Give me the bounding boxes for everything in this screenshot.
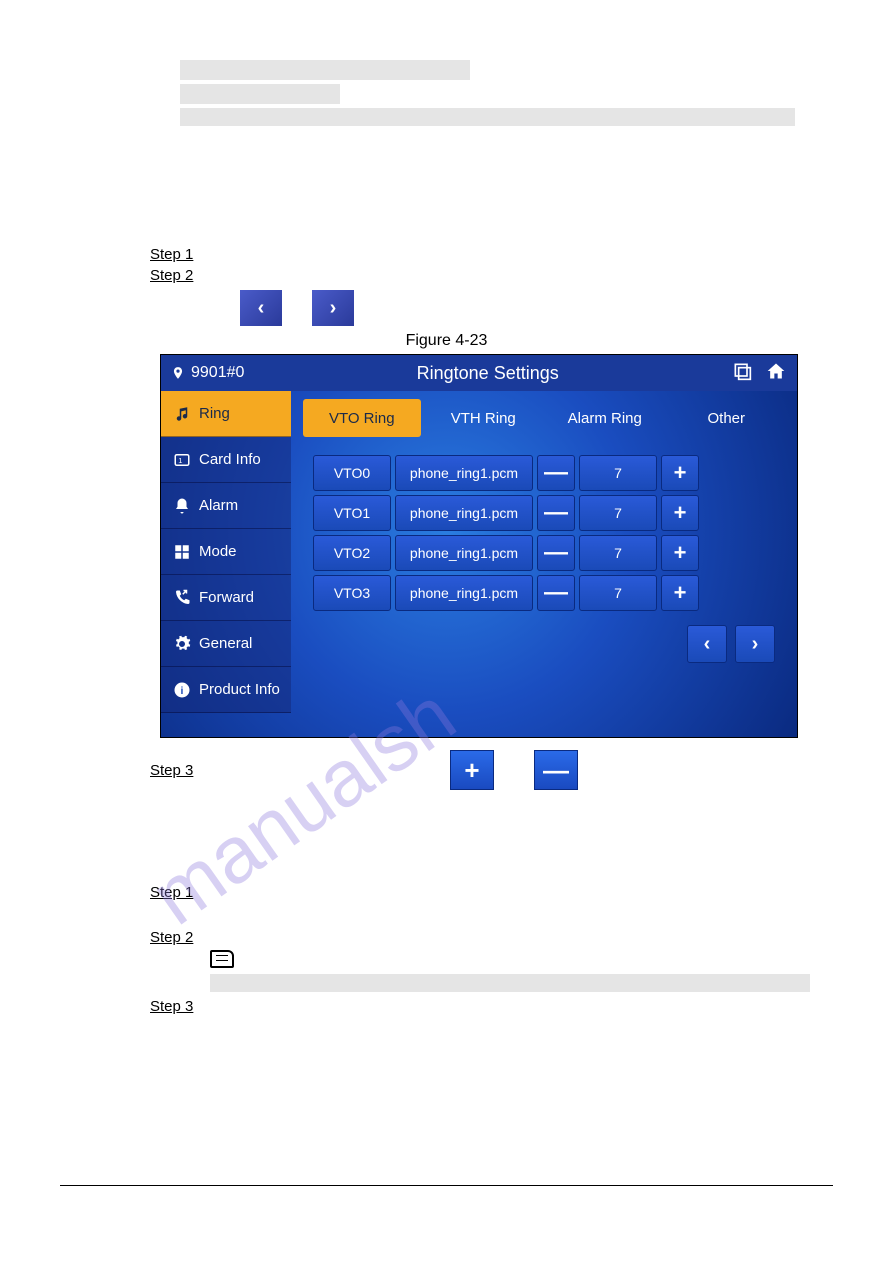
sidebar-item-label: Forward [199, 589, 254, 606]
phone-forward-icon [173, 589, 191, 607]
sidebar-item-product-info[interactable]: i Product Info [161, 667, 291, 713]
minus-button-inline[interactable]: — [534, 750, 578, 790]
vto-ringtone[interactable]: phone_ring1.pcm [395, 495, 533, 531]
step-1b-label: Step 1 [150, 884, 240, 901]
prev-arrow-button[interactable]: ‹ [240, 290, 282, 326]
bell-icon [173, 497, 191, 515]
table-row: VTO1 phone_ring1.pcm — 7 + [313, 495, 785, 531]
sidebar-item-general[interactable]: General [161, 621, 291, 667]
table-row: VTO3 phone_ring1.pcm — 7 + [313, 575, 785, 611]
step-1-label: Step 1 [150, 246, 240, 263]
page-footer-divider [60, 1185, 833, 1186]
device-screenshot: 9901#0 Ringtone Settings Ring 1 Car [160, 354, 798, 738]
note-icon [210, 950, 234, 968]
home-icon[interactable] [765, 361, 787, 385]
minus-button[interactable]: — [537, 455, 575, 491]
step-3-label: Step 3 [150, 762, 240, 779]
vto-name: VTO2 [313, 535, 391, 571]
tab-bar: VTO Ring VTH Ring Alarm Ring Other [303, 399, 785, 437]
next-arrow-button[interactable]: › [312, 290, 354, 326]
tab-other[interactable]: Other [668, 399, 786, 437]
tab-alarm-ring[interactable]: Alarm Ring [546, 399, 664, 437]
vto-volume: 7 [579, 455, 657, 491]
vto-ringtone[interactable]: phone_ring1.pcm [395, 575, 533, 611]
vto-name: VTO3 [313, 575, 391, 611]
note-highlight-bar [210, 974, 810, 992]
device-id: 9901#0 [191, 364, 244, 382]
plus-button[interactable]: + [661, 495, 699, 531]
table-row: VTO0 phone_ring1.pcm — 7 + [313, 455, 785, 491]
plus-button[interactable]: + [661, 455, 699, 491]
sidebar-item-card-info[interactable]: 1 Card Info [161, 437, 291, 483]
minus-button[interactable]: — [537, 535, 575, 571]
table-row: VTO2 phone_ring1.pcm — 7 + [313, 535, 785, 571]
sidebar-item-label: Card Info [199, 451, 261, 468]
tab-vth-ring[interactable]: VTH Ring [425, 399, 543, 437]
info-icon: i [173, 681, 191, 699]
screen-header: 9901#0 Ringtone Settings [161, 355, 797, 391]
figure-caption: Figure 4-23 [60, 332, 833, 350]
gear-icon [173, 635, 191, 653]
svg-text:i: i [181, 684, 184, 696]
location-pin-icon [171, 364, 185, 382]
vto-volume: 7 [579, 535, 657, 571]
step-3b-label: Step 3 [150, 998, 240, 1015]
vto-name: VTO0 [313, 455, 391, 491]
sidebar-item-label: Alarm [199, 497, 238, 514]
minus-button[interactable]: — [537, 495, 575, 531]
screen-copy-icon[interactable] [731, 361, 753, 385]
sidebar-item-mode[interactable]: Mode [161, 529, 291, 575]
minus-button[interactable]: — [537, 575, 575, 611]
sidebar-item-label: Ring [199, 405, 230, 422]
step-2b-label: Step 2 [150, 929, 240, 946]
note-block [180, 60, 833, 126]
svg-text:1: 1 [178, 456, 182, 465]
vto-volume: 7 [579, 495, 657, 531]
vto-ringtone[interactable]: phone_ring1.pcm [395, 455, 533, 491]
plus-button-inline[interactable]: + [450, 750, 494, 790]
vto-name: VTO1 [313, 495, 391, 531]
tab-vto-ring[interactable]: VTO Ring [303, 399, 421, 437]
page-next-button[interactable]: › [735, 625, 775, 663]
sidebar: Ring 1 Card Info Alarm Mode [161, 391, 291, 737]
screen-title: Ringtone Settings [244, 363, 731, 384]
sidebar-item-forward[interactable]: Forward [161, 575, 291, 621]
page-prev-button[interactable]: ‹ [687, 625, 727, 663]
sidebar-item-label: General [199, 635, 252, 652]
plus-button[interactable]: + [661, 575, 699, 611]
step-2-label: Step 2 [150, 267, 240, 284]
sidebar-item-label: Product Info [199, 681, 280, 698]
sidebar-item-ring[interactable]: Ring [161, 391, 291, 437]
step-3-content: + — [450, 750, 833, 790]
sidebar-item-label: Mode [199, 543, 237, 560]
music-note-icon [173, 405, 191, 423]
plus-button[interactable]: + [661, 535, 699, 571]
card-icon: 1 [173, 451, 191, 469]
grid-icon [173, 543, 191, 561]
vto-volume: 7 [579, 575, 657, 611]
vto-ringtone[interactable]: phone_ring1.pcm [395, 535, 533, 571]
sidebar-item-alarm[interactable]: Alarm [161, 483, 291, 529]
